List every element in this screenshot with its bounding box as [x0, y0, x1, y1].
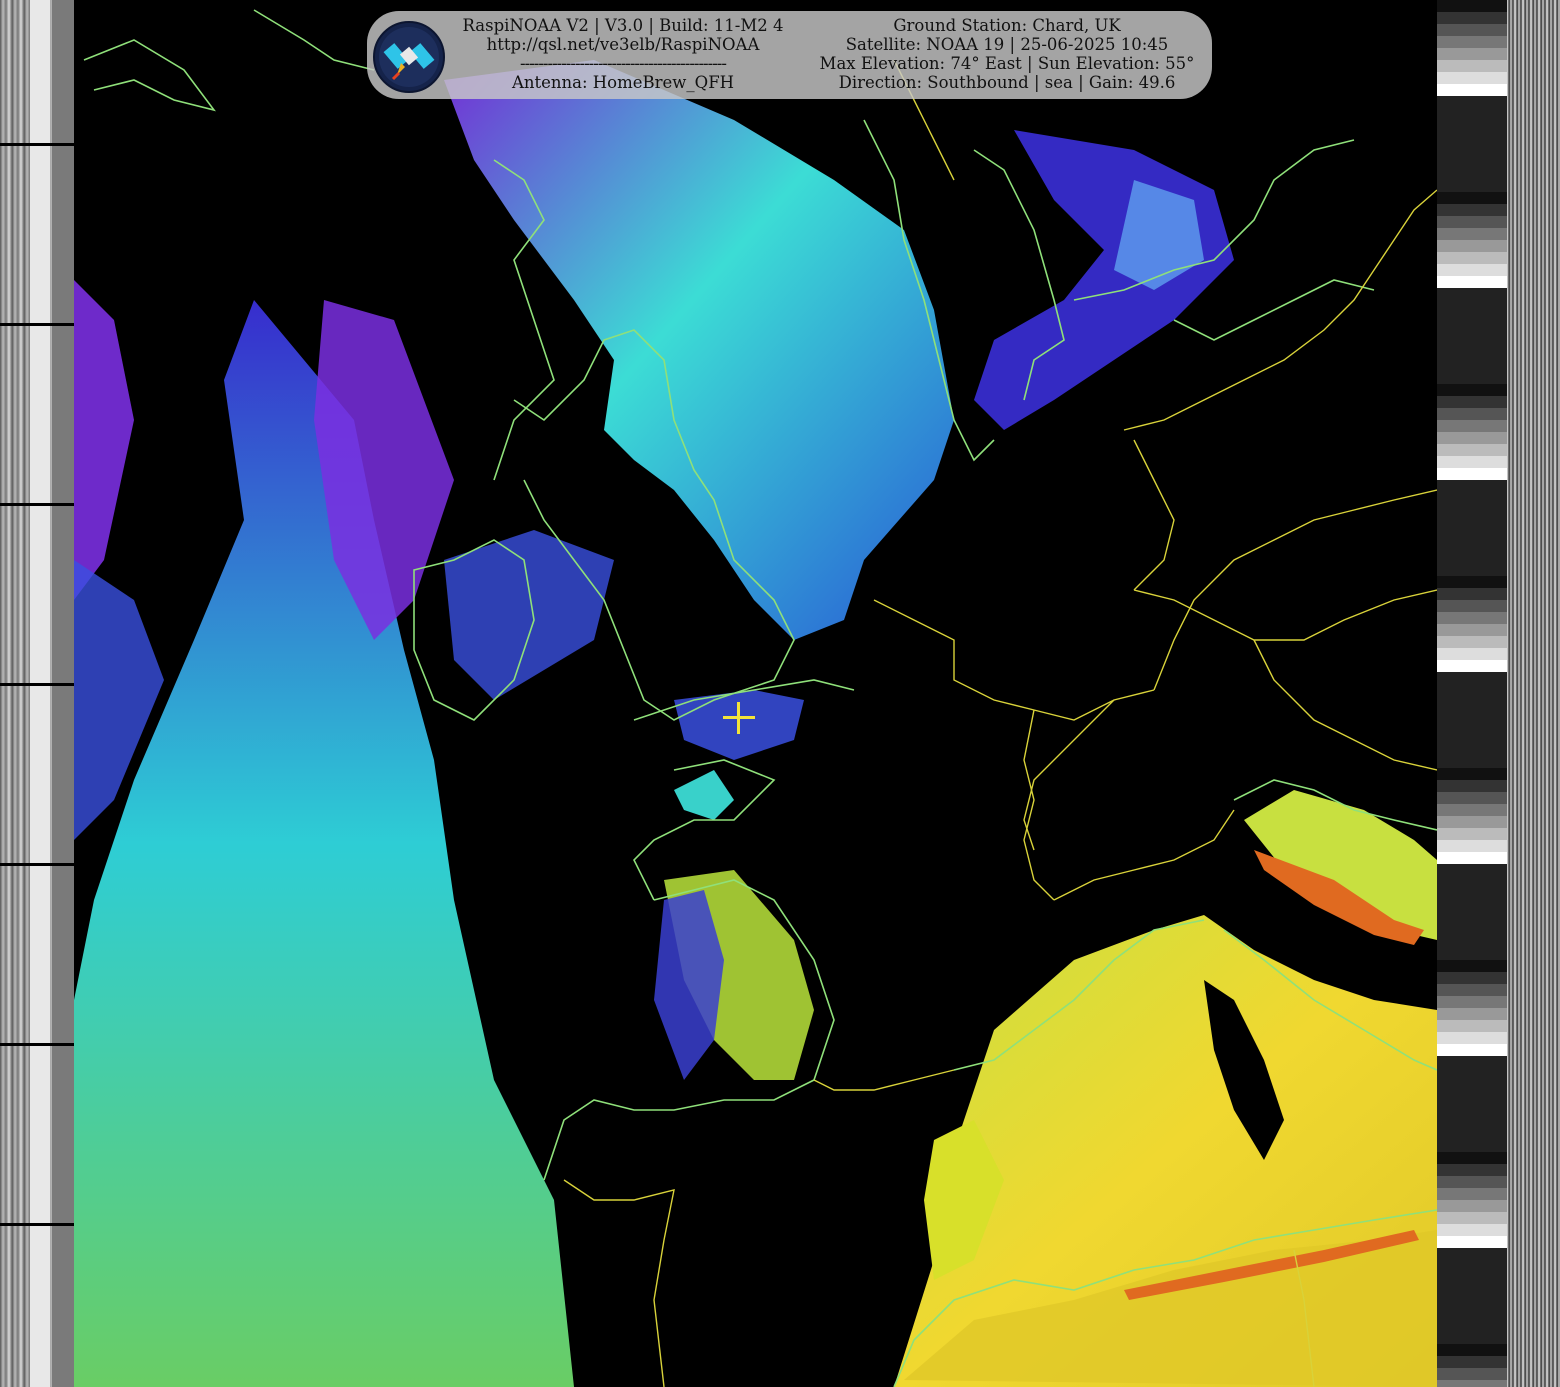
direction-info: Direction: Southbound | sea | Gain: 49.6 [838, 73, 1176, 92]
ground-station: Ground Station: Chard, UK [893, 16, 1121, 35]
pass-info-banner: RaspiNOAA V2 | V3.0 | Build: 11-M2 4 htt… [367, 11, 1212, 99]
sync-marker [0, 683, 74, 686]
cloud-streak-2 [444, 530, 614, 700]
cloud-edge-purple [74, 280, 134, 600]
sync-marker [0, 323, 74, 326]
satellite-image [74, 0, 1437, 1387]
ground-station-marker [723, 702, 755, 734]
sync-marker [0, 143, 74, 146]
sync-marker [0, 1223, 74, 1226]
telemetry-strip-right [1437, 0, 1560, 1387]
cloud-brittany [674, 770, 734, 820]
antenna-info: Antenna: HomeBrew_QFH [511, 73, 735, 92]
cloud-baltic [974, 130, 1234, 430]
separator: ----------------------------------------… [520, 54, 727, 73]
sync-marker [0, 863, 74, 866]
calibration-wedges [1437, 0, 1507, 1387]
elevation-info: Max Elevation: 74° East | Sun Elevation:… [819, 54, 1195, 73]
telemetry-strip-left [0, 0, 74, 1387]
sync-marker [0, 1043, 74, 1046]
weather-map [74, 9, 1437, 1387]
banner-left-column: RaspiNOAA V2 | V3.0 | Build: 11-M2 4 htt… [453, 16, 793, 92]
satellite-icon [379, 27, 439, 87]
sync-band [30, 0, 50, 1387]
telemetry-band [52, 0, 74, 1387]
software-version: RaspiNOAA V2 | V3.0 | Build: 11-M2 4 [462, 16, 784, 35]
banner-right-column: Ground Station: Chard, UK Satellite: NOA… [807, 16, 1207, 92]
satellite-info: Satellite: NOAA 19 | 25-06-2025 10:45 [845, 35, 1169, 54]
project-url: http://qsl.net/ve3elb/RaspiNOAA [486, 35, 760, 54]
sync-marker [0, 503, 74, 506]
raspinoaa-logo [373, 21, 445, 93]
